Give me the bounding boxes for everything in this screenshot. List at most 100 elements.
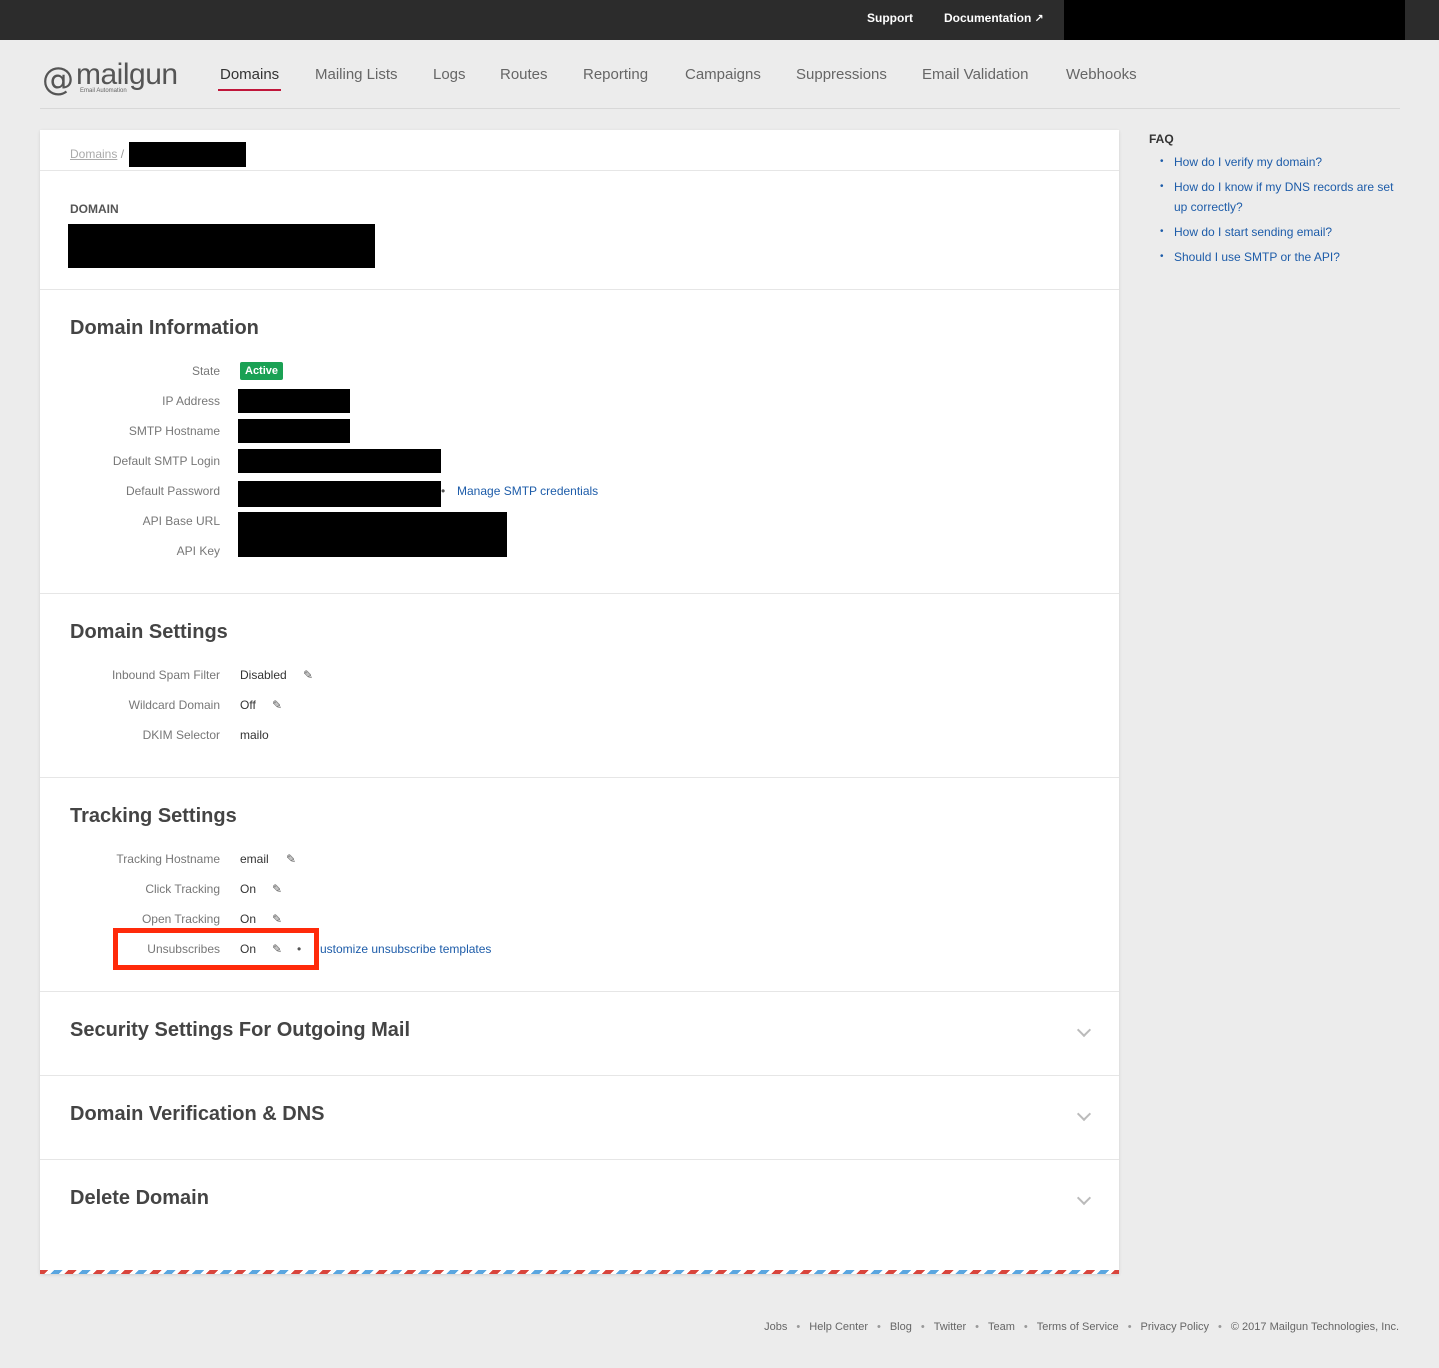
support-link[interactable]: Support (867, 11, 913, 25)
dkim-selector-label: DKIM Selector (142, 728, 220, 742)
breadcrumb-separator: / (120, 147, 125, 161)
tracking-hostname-value: email (240, 852, 269, 866)
nav-domains[interactable]: Domains (217, 66, 282, 91)
footer-blog-link[interactable]: Blog (890, 1321, 912, 1333)
redacted-ip-address (238, 389, 350, 413)
tracking-settings-title: Tracking Settings (70, 805, 237, 827)
nav-mailing-lists[interactable]: Mailing Lists (315, 66, 398, 83)
faq-dns-records-link[interactable]: How do I know if my DNS records are set … (1174, 180, 1393, 214)
top-bar: Support Documentation ↗ (0, 0, 1439, 40)
pencil-icon[interactable]: ✎ (272, 698, 282, 712)
ip-address-row: IP Address (40, 392, 840, 412)
domain-label: DOMAIN (70, 202, 119, 216)
spam-filter-value: Disabled (240, 668, 287, 682)
nav-reporting[interactable]: Reporting (583, 66, 648, 83)
faq-smtp-or-api-link[interactable]: Should I use SMTP or the API? (1174, 250, 1340, 264)
redacted-api-details (238, 512, 507, 557)
footer-separator: • (1023, 1321, 1028, 1333)
smtp-hostname-label: SMTP Hostname (128, 424, 220, 438)
nav-webhooks[interactable]: Webhooks (1066, 66, 1137, 83)
footer-separator: • (1218, 1321, 1222, 1333)
pencil-icon[interactable]: ✎ (272, 882, 282, 896)
api-key-label: API Key (176, 544, 220, 558)
footer-separator: • (1127, 1321, 1132, 1333)
tracking-hostname-row: Tracking Hostname email ✎ (40, 850, 840, 870)
mailgun-logo[interactable]: @ mailgun Email Automation (42, 56, 192, 98)
divider (40, 1075, 1119, 1076)
footer: Jobs • Help Center • Blog • Twitter • Team • Terms… (764, 1321, 1399, 1333)
faq-list: How do I verify my domain? How do I know… (1149, 152, 1409, 267)
chevron-down-icon[interactable] (1076, 1106, 1092, 1122)
tracking-hostname-label: Tracking Hostname (116, 852, 220, 866)
nav-routes[interactable]: Routes (500, 66, 548, 83)
faq-verify-domain-link[interactable]: How do I verify my domain? (1174, 155, 1322, 169)
click-tracking-value: On (240, 882, 257, 896)
documentation-link[interactable]: Documentation ↗ (944, 11, 1044, 25)
dkim-selector-value: mailo (240, 728, 269, 742)
footer-separator: • (975, 1321, 979, 1333)
pencil-icon[interactable]: ✎ (286, 852, 296, 866)
default-password-label: Default Password (125, 484, 220, 498)
state-row: State Active (40, 362, 840, 382)
delete-domain-title[interactable]: Delete Domain (70, 1187, 209, 1210)
list-item: Should I use SMTP or the API? (1149, 247, 1409, 267)
logo-tagline: Email Automation (80, 88, 127, 94)
click-tracking-label: Click Tracking (145, 882, 220, 896)
annotation-highlight-box (113, 928, 319, 970)
smtp-login-label: Default SMTP Login (112, 454, 220, 468)
redacted-smtp-hostname (238, 419, 350, 443)
footer-terms-link[interactable]: Terms of Service (1037, 1321, 1119, 1333)
pencil-icon[interactable]: ✎ (272, 912, 282, 926)
ip-address-label: IP Address (162, 394, 220, 408)
nav-campaigns[interactable]: Campaigns (685, 66, 761, 83)
faq-start-sending-link[interactable]: How do I start sending email? (1174, 225, 1332, 239)
domain-verification-title[interactable]: Domain Verification & DNS (70, 1103, 325, 1126)
nav-suppressions[interactable]: Suppressions (796, 66, 887, 83)
divider (40, 593, 1119, 594)
nav-logs[interactable]: Logs (433, 66, 466, 83)
footer-jobs-link[interactable]: Jobs (764, 1321, 787, 1333)
footer-twitter-link[interactable]: Twitter (934, 1321, 966, 1333)
footer-separator: • (796, 1321, 801, 1333)
footer-privacy-link[interactable]: Privacy Policy (1141, 1321, 1209, 1333)
manage-smtp-credentials-link[interactable]: Manage SMTP credentials (457, 484, 598, 498)
wildcard-domain-row: Wildcard Domain Off ✎ (40, 696, 840, 716)
redacted-domain-name (68, 224, 375, 268)
dkim-selector-row: DKIM Selector mailo (40, 726, 840, 746)
spam-filter-label: Inbound Spam Filter (111, 668, 220, 682)
security-settings-title[interactable]: Security Settings For Outgoing Mail (70, 1019, 410, 1042)
api-base-url-label: API Base URL (142, 514, 220, 528)
state-label: State (191, 364, 220, 378)
logo-wordmark: mailgun (76, 58, 178, 91)
customize-unsubscribe-templates-link[interactable]: ustomize unsubscribe templates (320, 942, 491, 956)
footer-separator: • (920, 1321, 925, 1333)
click-tracking-row: Click Tracking On ✎ (40, 880, 840, 900)
smtp-hostname-row: SMTP Hostname (40, 422, 840, 442)
domain-card: Domains / DOMAIN Domain Information Stat… (40, 130, 1119, 1274)
footer-help-center-link[interactable]: Help Center (809, 1321, 868, 1333)
chevron-down-icon[interactable] (1076, 1022, 1092, 1038)
redacted-default-password (238, 481, 441, 507)
redacted-smtp-login (238, 449, 441, 473)
list-item: How do I know if my DNS records are set … (1149, 177, 1409, 217)
divider (40, 170, 1119, 171)
divider (40, 991, 1119, 992)
redacted-account (1064, 0, 1405, 40)
open-tracking-row: Open Tracking On ✎ (40, 910, 840, 930)
airmail-border (40, 1270, 1119, 1274)
breadcrumb: Domains / (70, 147, 124, 161)
breadcrumb-domains-link[interactable]: Domains (70, 147, 117, 161)
chevron-down-icon[interactable] (1076, 1190, 1092, 1206)
domain-information-title: Domain Information (70, 317, 259, 339)
footer-team-link[interactable]: Team (988, 1321, 1015, 1333)
wildcard-domain-value: Off (240, 698, 256, 712)
logo-at-icon: @ (42, 60, 74, 98)
nav-email-validation[interactable]: Email Validation (922, 66, 1028, 83)
divider (40, 289, 1119, 290)
faq-title: FAQ (1149, 132, 1174, 146)
list-item: How do I verify my domain? (1149, 152, 1409, 172)
pencil-icon[interactable]: ✎ (303, 668, 313, 682)
domain-settings-title: Domain Settings (70, 621, 228, 643)
open-tracking-value: On (240, 912, 257, 926)
footer-copyright: © 2017 Mailgun Technologies, Inc. (1230, 1321, 1399, 1333)
